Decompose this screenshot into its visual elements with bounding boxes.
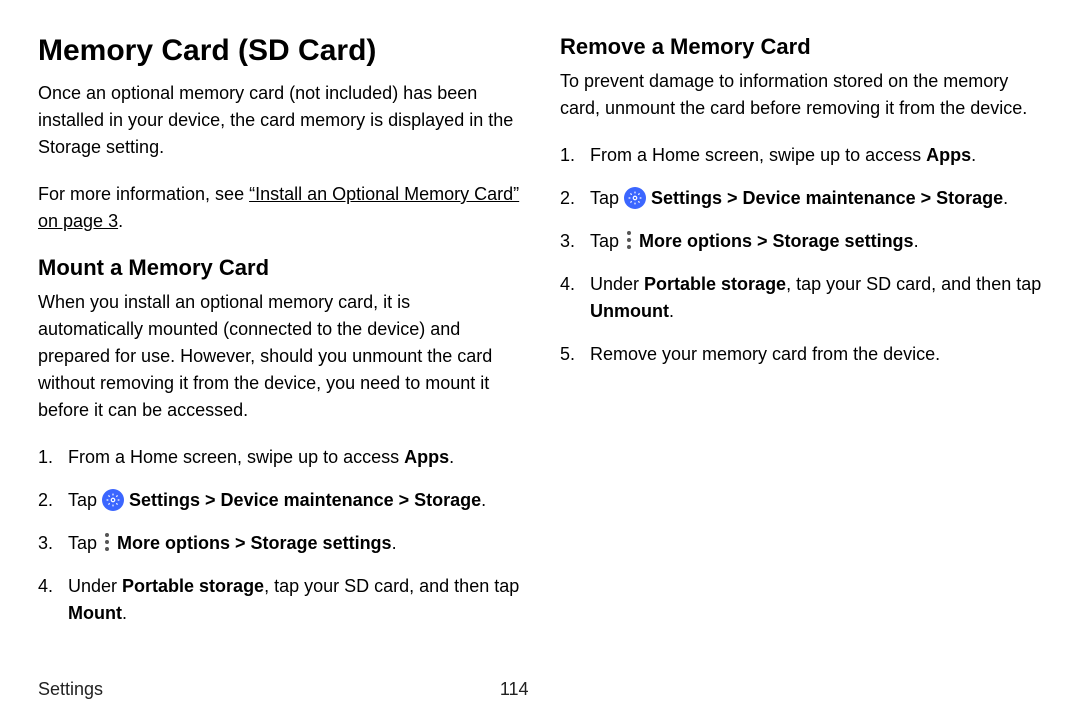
list-item: Tap More options > Storage settings. [560, 228, 1042, 255]
more-info-text: For more information, see “Install an Op… [38, 181, 520, 235]
mount-heading: Mount a Memory Card [38, 255, 520, 281]
page-footer: Settings 114 [38, 679, 1042, 700]
list-item: Tap More options > Storage settings. [38, 530, 520, 557]
page-columns: Memory Card (SD Card) Once an optional m… [38, 34, 1042, 643]
remove-steps: From a Home screen, swipe up to access A… [560, 142, 1042, 368]
footer-section: Settings [38, 679, 103, 700]
right-column: Remove a Memory Card To prevent damage t… [560, 34, 1042, 643]
more-info-prefix: For more information, see [38, 184, 249, 204]
page-number: 114 [500, 679, 529, 700]
list-item: Under Portable storage, tap your SD card… [38, 573, 520, 627]
remove-heading: Remove a Memory Card [560, 34, 1042, 60]
list-item: Remove your memory card from the device. [560, 341, 1042, 368]
more-info-suffix: . [118, 211, 123, 231]
more-options-icon [103, 533, 111, 551]
mount-steps: From a Home screen, swipe up to access A… [38, 444, 520, 627]
list-item: Tap Settings > Device maintenance > Stor… [560, 185, 1042, 212]
remove-intro: To prevent damage to information stored … [560, 68, 1042, 122]
settings-icon [624, 187, 646, 209]
list-item: From a Home screen, swipe up to access A… [560, 142, 1042, 169]
mount-intro: When you install an optional memory card… [38, 289, 520, 424]
settings-icon [102, 489, 124, 511]
list-item: From a Home screen, swipe up to access A… [38, 444, 520, 471]
list-item: Tap Settings > Device maintenance > Stor… [38, 487, 520, 514]
list-item: Under Portable storage, tap your SD card… [560, 271, 1042, 325]
more-options-icon [625, 231, 633, 249]
page-title: Memory Card (SD Card) [38, 34, 520, 68]
left-column: Memory Card (SD Card) Once an optional m… [38, 34, 520, 643]
intro-text: Once an optional memory card (not includ… [38, 80, 520, 161]
